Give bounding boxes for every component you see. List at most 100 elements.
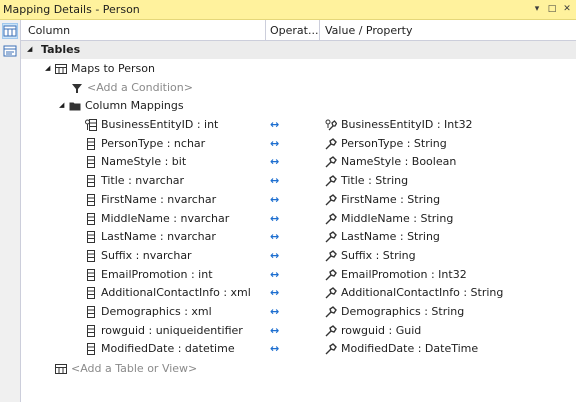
table-mapping-row[interactable]: ◢ Maps to Person xyxy=(21,60,576,78)
column-name-cell[interactable]: EmailPromotion : int xyxy=(101,268,213,281)
column-icon xyxy=(87,343,95,356)
property-cell[interactable]: BusinessEntityID : Int32 xyxy=(341,118,473,131)
column-name-cell[interactable]: FirstName : nvarchar xyxy=(101,193,216,206)
collapse-icon[interactable]: ◢ xyxy=(27,45,32,53)
mapping-row[interactable]: FirstName : nvarchar ↔ FirstName : String xyxy=(21,191,576,209)
mapping-row[interactable]: Suffix : nvarchar ↔ Suffix : String xyxy=(21,247,576,265)
operator-cell[interactable]: ↔ xyxy=(270,137,279,150)
property-cell[interactable]: AdditionalContactInfo : String xyxy=(341,286,503,299)
property-cell[interactable]: LastName : String xyxy=(341,230,440,243)
operator-cell[interactable]: ↔ xyxy=(270,174,279,187)
column-header[interactable]: Column xyxy=(28,24,70,37)
column-separator[interactable] xyxy=(319,20,320,41)
property-cell[interactable]: FirstName : String xyxy=(341,193,440,206)
column-name-cell[interactable]: MiddleName : nvarchar xyxy=(101,212,229,225)
add-table-placeholder[interactable]: <Add a Table or View> xyxy=(71,362,197,375)
column-mappings-label: Column Mappings xyxy=(85,99,184,112)
mapping-row[interactable]: BusinessEntityID : int ↔ BusinessEntityID … xyxy=(21,116,576,134)
add-table-row[interactable]: <Add a Table or View> xyxy=(21,360,576,378)
operator-cell[interactable]: ↔ xyxy=(270,155,279,168)
mapping-row[interactable]: Demographics : xml ↔ Demographics : String xyxy=(21,303,576,321)
column-name-cell[interactable]: PersonType : nchar xyxy=(101,137,205,150)
property-icon xyxy=(325,306,337,318)
operator-cell[interactable]: ↔ xyxy=(270,342,279,355)
column-name-cell[interactable]: AdditionalContactInfo : xml xyxy=(101,286,251,299)
operator-cell[interactable]: ↔ xyxy=(270,324,279,337)
mapping-row[interactable]: PersonType : nchar ↔ PersonType : String xyxy=(21,135,576,153)
add-condition-row[interactable]: <Add a Condition> xyxy=(21,79,576,97)
column-icon xyxy=(87,249,95,262)
property-cell[interactable]: MiddleName : String xyxy=(341,212,453,225)
table-icon xyxy=(55,364,67,374)
column-icon xyxy=(87,268,95,281)
operator-cell[interactable]: ↔ xyxy=(270,230,279,243)
column-name-cell[interactable]: Suffix : nvarchar xyxy=(101,249,192,262)
column-name-cell[interactable]: Demographics : xml xyxy=(101,305,212,318)
column-name-cell[interactable]: ModifiedDate : datetime xyxy=(101,342,235,355)
property-cell[interactable]: Suffix : String xyxy=(341,249,416,262)
folder-icon xyxy=(69,102,81,111)
left-toolbar xyxy=(0,20,21,402)
property-cell[interactable]: Title : String xyxy=(341,174,408,187)
operator-header[interactable]: Operat... xyxy=(270,24,318,37)
column-name-cell[interactable]: BusinessEntityID : int xyxy=(101,118,218,131)
property-icon xyxy=(325,324,337,337)
column-mappings-row[interactable]: ◢ Column Mappings xyxy=(21,97,576,115)
column-separator[interactable] xyxy=(265,20,266,41)
mapping-row[interactable]: NameStyle : bit ↔ NameStyle : Boolean xyxy=(21,153,576,171)
property-cell[interactable]: PersonType : String xyxy=(341,137,447,150)
operator-cell[interactable]: ↔ xyxy=(270,212,279,225)
mapping-row[interactable]: AdditionalContactInfo : xml ↔ AdditionalCo… xyxy=(21,284,576,302)
map-entity-to-functions-button[interactable] xyxy=(2,43,18,59)
column-name-cell[interactable]: LastName : nvarchar xyxy=(101,230,216,243)
value-property-header[interactable]: Value / Property xyxy=(325,24,412,37)
map-entity-to-functions-icon xyxy=(3,45,17,57)
property-icon xyxy=(325,268,337,281)
column-icon xyxy=(87,306,95,318)
mapping-row[interactable]: ModifiedDate : datetime ↔ ModifiedDate : D… xyxy=(21,340,576,358)
key-property-icon xyxy=(325,119,337,131)
property-icon xyxy=(325,193,337,206)
mapping-grid: Column Operat... Value / Property ◢ Tabl… xyxy=(21,20,576,402)
add-condition-placeholder[interactable]: <Add a Condition> xyxy=(87,81,193,94)
mapping-row[interactable]: EmailPromotion : int ↔ EmailPromotion : In… xyxy=(21,266,576,284)
table-icon xyxy=(55,64,67,74)
operator-cell[interactable]: ↔ xyxy=(270,249,279,262)
tables-section-row[interactable]: ◢ Tables xyxy=(21,41,576,59)
maximize-button[interactable]: □ xyxy=(545,2,559,17)
column-icon xyxy=(87,287,95,300)
tables-label: Tables xyxy=(41,43,81,56)
operator-cell[interactable]: ↔ xyxy=(270,268,279,281)
mapping-row[interactable]: rowguid : uniqueidentifier ↔ rowguid : Gui… xyxy=(21,322,576,340)
property-cell[interactable]: NameStyle : Boolean xyxy=(341,155,456,168)
mapping-row[interactable]: Title : nvarchar ↔ Title : String xyxy=(21,172,576,190)
window-title: Mapping Details - Person xyxy=(3,3,140,16)
property-cell[interactable]: rowguid : Guid xyxy=(341,324,421,337)
operator-cell[interactable]: ↔ xyxy=(270,118,279,131)
mapping-row[interactable]: LastName : nvarchar ↔ LastName : String xyxy=(21,228,576,246)
property-icon xyxy=(325,156,337,168)
close-button[interactable]: ✕ xyxy=(560,2,574,17)
collapse-icon[interactable]: ◢ xyxy=(59,101,64,109)
operator-cell[interactable]: ↔ xyxy=(270,286,279,299)
column-name-cell[interactable]: rowguid : uniqueidentifier xyxy=(101,324,243,337)
operator-cell[interactable]: ↔ xyxy=(270,305,279,318)
operator-cell[interactable]: ↔ xyxy=(270,193,279,206)
filter-icon xyxy=(72,84,82,93)
column-name-cell[interactable]: NameStyle : bit xyxy=(101,155,186,168)
mapping-row[interactable]: MiddleName : nvarchar ↔ MiddleName : Strin… xyxy=(21,210,576,228)
property-icon xyxy=(325,343,337,355)
collapse-icon[interactable]: ◢ xyxy=(45,64,50,72)
column-icon xyxy=(87,175,95,188)
title-bar: Mapping Details - Person ▾ □ ✕ xyxy=(0,0,576,20)
property-cell[interactable]: Demographics : String xyxy=(341,305,464,318)
property-cell[interactable]: ModifiedDate : DateTime xyxy=(341,342,478,355)
property-icon xyxy=(325,212,337,224)
column-header-row: Column Operat... Value / Property xyxy=(21,20,576,41)
window-position-dropdown[interactable]: ▾ xyxy=(530,2,544,17)
column-name-cell[interactable]: Title : nvarchar xyxy=(101,174,184,187)
column-icon xyxy=(87,156,95,169)
property-cell[interactable]: EmailPromotion : Int32 xyxy=(341,268,467,281)
map-entity-to-tables-button[interactable] xyxy=(2,23,18,39)
property-icon xyxy=(325,175,337,187)
